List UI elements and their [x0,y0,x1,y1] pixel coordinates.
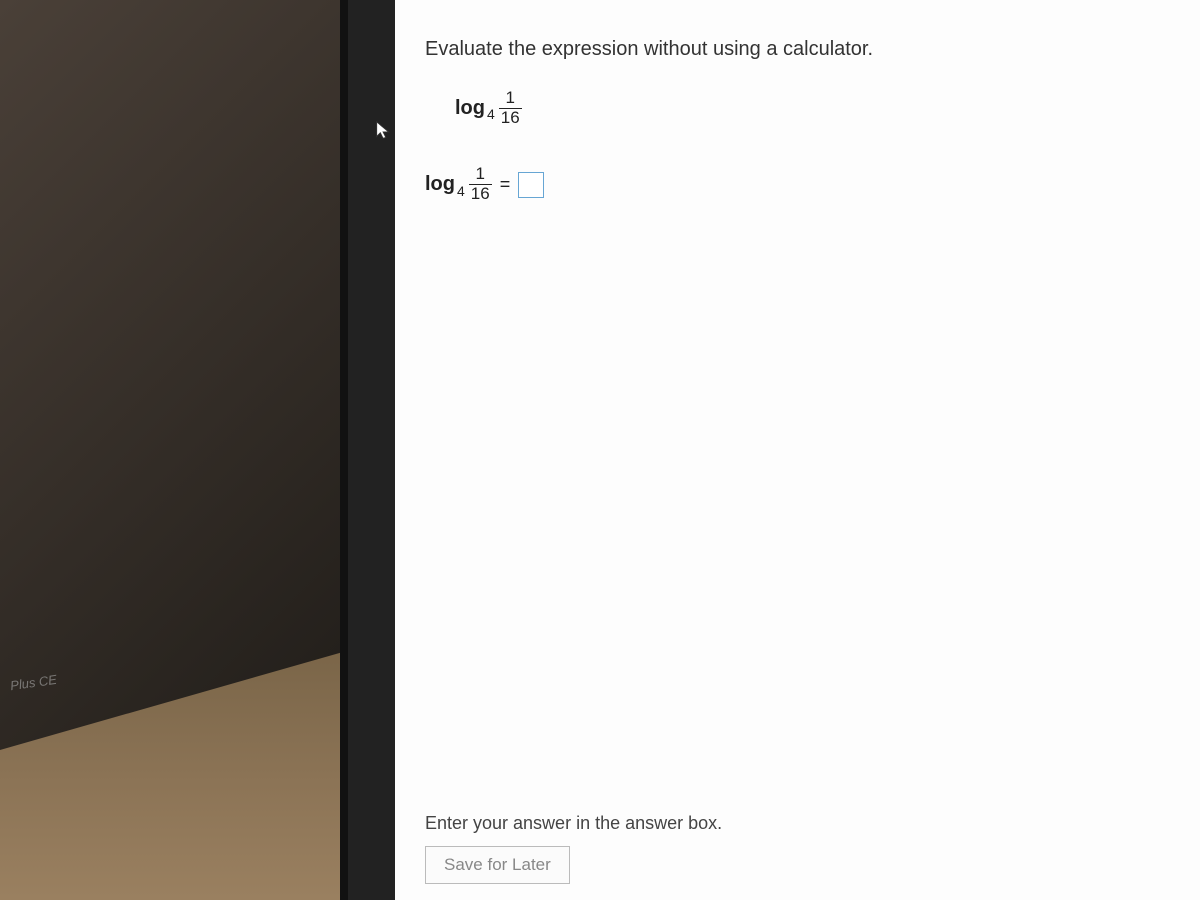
answer-log-argument-fraction: 1 16 [469,165,492,203]
log-function-label: log [455,97,485,120]
answer-input[interactable] [518,172,544,198]
answer-hint: Enter your answer in the answer box. [425,813,1170,834]
answer-line: log 4 1 16 = [425,165,1170,203]
screen-content: Evaluate the expression without using a … [395,0,1200,900]
answer-fraction-numerator: 1 [474,165,487,184]
equals-sign: = [500,174,511,195]
save-for-later-button[interactable]: Save for Later [425,846,570,884]
answer-log-base: 4 [457,183,465,199]
log-base: 4 [487,106,495,122]
cursor-icon [373,120,395,142]
fraction-numerator: 1 [504,89,517,108]
answer-fraction-denominator: 16 [469,184,492,204]
footer-area: Enter your answer in the answer box. Sav… [395,812,1200,900]
answer-log-function-label: log [425,173,455,196]
fraction-denominator: 16 [499,108,522,128]
log-argument-fraction: 1 16 [499,89,522,127]
expression-display: log 4 1 16 [455,89,1170,127]
question-prompt: Evaluate the expression without using a … [425,38,1170,61]
question-area: Evaluate the expression without using a … [395,0,1200,812]
